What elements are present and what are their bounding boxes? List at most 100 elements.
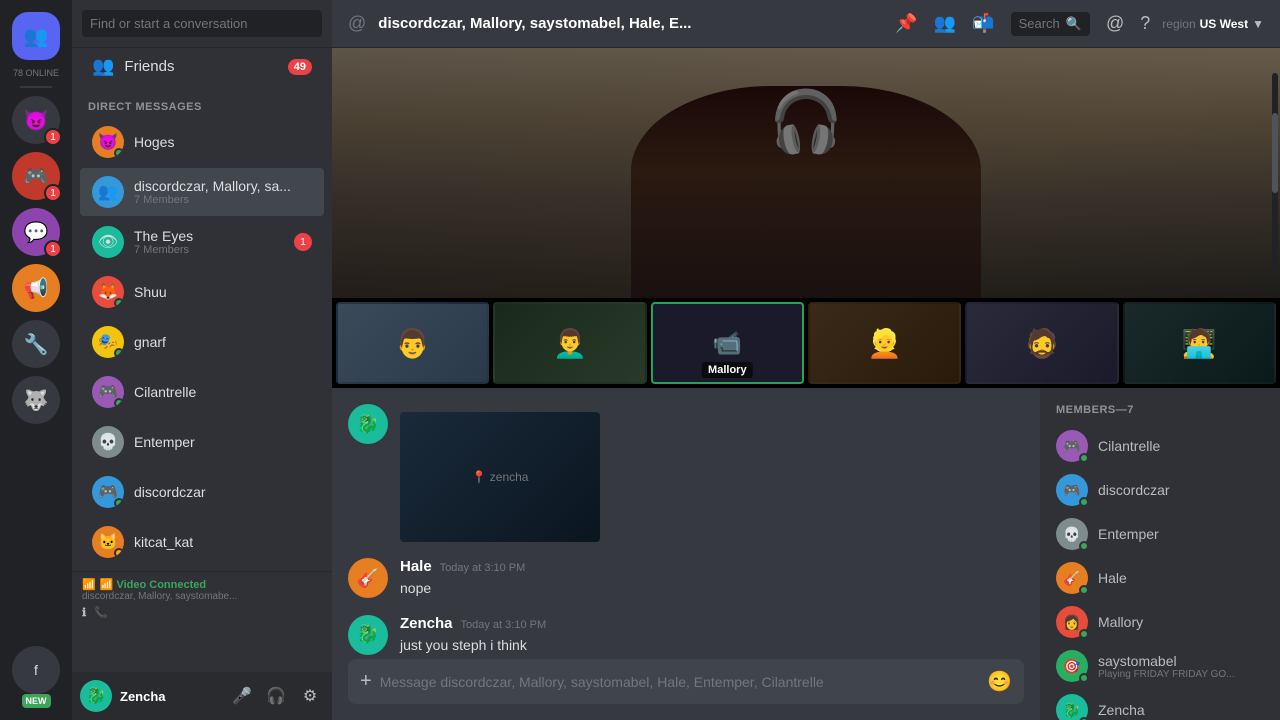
server-icon-1[interactable]: 😈 1 (12, 96, 60, 144)
dm-item-hoges[interactable]: 😈 Hoges (80, 118, 324, 166)
member-item-entemper[interactable]: 💀 Entemper (1048, 512, 1272, 556)
home-server-icon[interactable]: 👥 (12, 12, 60, 60)
member-item-hale[interactable]: 🎸 Hale (1048, 556, 1272, 600)
search-box-icon: 🔍 (1066, 16, 1082, 32)
thumb-5[interactable]: 🧔 (965, 302, 1118, 384)
dm-item-shuu[interactable]: 🦊 Shuu (80, 268, 324, 316)
dm-name-kitcat: kitcat_kat (134, 534, 193, 550)
mention-icon[interactable]: @ (1106, 13, 1124, 34)
member-avatar-cilantrelle: 🎮 (1056, 430, 1088, 462)
message-input-area: + 😊 (332, 659, 1040, 720)
dm-item-kitcat[interactable]: 🐱 kitcat_kat (80, 518, 324, 566)
main-content: @ discordczar, Mallory, saystomabel, Hal… (332, 0, 1280, 720)
server-icon-6[interactable]: 🐺 (12, 376, 60, 424)
server-icon-3[interactable]: 💬 1 (12, 208, 60, 256)
current-user-avatar: 🐉 (80, 680, 112, 712)
thumb-2[interactable]: 👨‍🦱 (493, 302, 646, 384)
help-icon[interactable]: ? (1140, 13, 1150, 34)
member-name-cilantrelle: Cilantrelle (1098, 438, 1160, 454)
status-dot-cilantrelle (114, 398, 124, 408)
server-bar: 👥 78 ONLINE 😈 1 🎮 1 💬 1 📢 🔧 🐺 f NEW (0, 0, 72, 720)
msg-avatar-zencha-video: 🐉 (348, 404, 388, 444)
member-status-saystomabel (1079, 673, 1089, 683)
server-icon-5[interactable]: 🔧 (12, 320, 60, 368)
message-input-box: + 😊 (348, 659, 1024, 704)
emoji-button[interactable]: 😊 (987, 659, 1012, 704)
dm-item-entemper[interactable]: 💀 Entemper (80, 418, 324, 466)
msg-username-zencha: Zencha (400, 615, 453, 632)
member-item-mallory[interactable]: 👩 Mallory (1048, 600, 1272, 644)
msg-username-hale: Hale (400, 558, 432, 575)
pin-icon[interactable]: 📌 (895, 13, 917, 34)
server-icon-2[interactable]: 🎮 1 (12, 152, 60, 200)
dm-section-header: DIRECT MESSAGES (72, 85, 332, 117)
voice-strip[interactable]: 📶 📶 Video Connected discordczar, Mallory… (72, 571, 332, 625)
members-header: MEMBERS—7 (1048, 404, 1272, 424)
video-scrollbar[interactable] (1272, 73, 1278, 273)
inbox-icon[interactable]: 📬 (972, 13, 994, 34)
member-avatar-discordczar: 🎮 (1056, 474, 1088, 506)
members-icon[interactable]: 👥 (934, 13, 956, 34)
main-video: 🎧 (332, 48, 1280, 298)
attach-button[interactable]: + (360, 660, 372, 703)
find-conversation-input[interactable] (82, 10, 322, 37)
voice-info-icon[interactable]: ℹ (82, 606, 86, 619)
member-sub-saystomabel: Playing FRIDAY FRIDAY GO... (1098, 669, 1235, 680)
thumb-4[interactable]: 👱 (808, 302, 961, 384)
mute-button[interactable]: 🎤 (228, 682, 256, 710)
dm-item-the-eyes[interactable]: 👁 The Eyes 7 Members 1 (80, 218, 324, 266)
member-name-discordczar: discordczar (1098, 482, 1170, 498)
dm-sub-discordczar: 7 Members (134, 194, 291, 206)
shared-video-thumbnail[interactable]: 📍 zencha (400, 412, 600, 542)
dm-name-discordczar: discordczar, Mallory, sa... (134, 178, 291, 194)
friends-row[interactable]: 👥 Friends 49 (80, 48, 324, 85)
add-server-icon[interactable]: f (12, 646, 60, 694)
msg-text-zencha: just you steph i think (400, 636, 1024, 656)
dm-name-hoges: Hoges (134, 134, 174, 150)
deafen-button[interactable]: 🎧 (262, 682, 290, 710)
dm-avatar-discordczar: 👥 (92, 176, 124, 208)
dm-avatar-hoges: 😈 (92, 126, 124, 158)
status-dot-kitcat (114, 548, 124, 558)
member-item-saystomabel[interactable]: 🎯 saystomabel Playing FRIDAY FRIDAY GO..… (1048, 644, 1272, 688)
search-box[interactable]: Search 🔍 (1011, 12, 1090, 36)
dm-item-discordczar2[interactable]: 🎮 discordczar (80, 468, 324, 516)
zencha-sign-image: 📍 zencha (472, 470, 529, 484)
voice-phone-icon[interactable]: 📞 (94, 606, 108, 619)
voice-status-label: 📶 Video Connected (100, 578, 206, 591)
member-avatar-entemper: 💀 (1056, 518, 1088, 550)
dm-sidebar: 👥 Friends 49 DIRECT MESSAGES 😈 Hoges 👥 d… (72, 0, 332, 720)
member-item-cilantrelle[interactable]: 🎮 Cilantrelle (1048, 424, 1272, 468)
status-dot-gnarf (114, 348, 124, 358)
messages-panel: 🐉 📍 zencha 🎸 (332, 388, 1040, 720)
thumb-6[interactable]: 🧑‍💻 (1123, 302, 1276, 384)
settings-button[interactable]: ⚙ (296, 682, 324, 710)
member-item-zencha[interactable]: 🐉 Zencha (1048, 688, 1272, 720)
dm-avatar-the-eyes: 👁 (92, 226, 124, 258)
chevron-down-icon: ▼ (1252, 17, 1264, 31)
thumb-1[interactable]: 👨 (336, 302, 489, 384)
dm-avatar-discordczar2: 🎮 (92, 476, 124, 508)
messages-list: 🐉 📍 zencha 🎸 (332, 388, 1040, 659)
status-dot-discordczar2 (114, 498, 124, 508)
video-camera-icon: 📹 (712, 329, 742, 358)
dm-item-cilantrelle[interactable]: 🎮 Cilantrelle (80, 368, 324, 416)
member-name-mallory: Mallory (1098, 614, 1143, 630)
online-count: 78 ONLINE (13, 68, 59, 78)
channel-title: discordczar, Mallory, saystomabel, Hale,… (378, 15, 883, 32)
dm-item-gnarf[interactable]: 🎭 gnarf (80, 318, 324, 366)
member-name-saystomabel: saystomabel (1098, 653, 1235, 669)
friends-icon: 👥 (92, 56, 114, 77)
dm-item-discordczar[interactable]: 👥 discordczar, Mallory, sa... 7 Members (80, 168, 324, 216)
member-status-entemper (1079, 541, 1089, 551)
region-selector[interactable]: region US West ▼ (1162, 17, 1264, 31)
dm-avatar-shuu: 🦊 (92, 276, 124, 308)
server-icon-4[interactable]: 📢 (12, 264, 60, 312)
chat-area: 🐉 📍 zencha 🎸 (332, 388, 1280, 720)
member-item-discordczar[interactable]: 🎮 discordczar (1048, 468, 1272, 512)
dm-avatar-cilantrelle: 🎮 (92, 376, 124, 408)
message-input-field[interactable] (380, 663, 979, 701)
thumb-mallory[interactable]: 📹 Mallory (651, 302, 804, 384)
search-bar (72, 0, 332, 48)
message-group-zencha-video: 🐉 📍 zencha (348, 404, 1024, 542)
